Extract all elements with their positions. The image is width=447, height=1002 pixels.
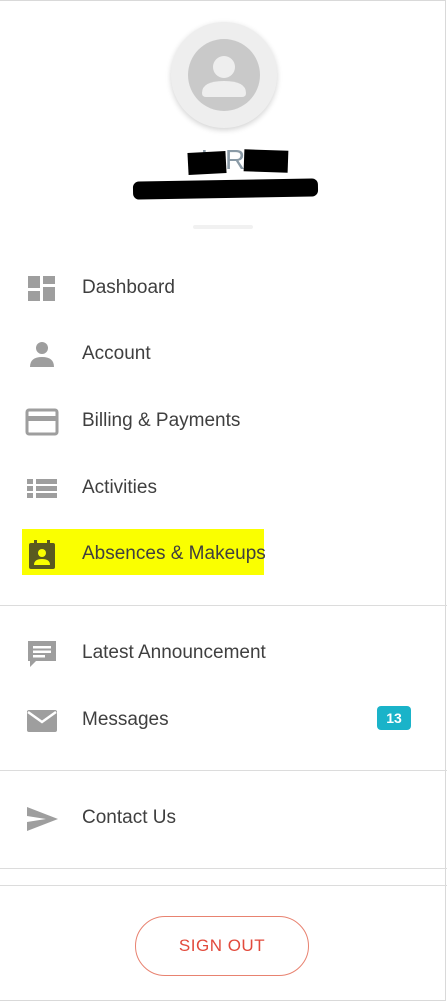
menu-item-label: Contact Us [82, 807, 176, 828]
menu-item-account[interactable]: Account [0, 328, 447, 380]
menu-item-label: Account [82, 343, 151, 364]
redaction-mark [132, 178, 319, 200]
user-avatar-icon [188, 39, 260, 111]
calendar-person-icon [29, 540, 55, 569]
menu-item-label: Dashboard [82, 277, 175, 298]
person-icon [30, 342, 54, 367]
sign-out-button[interactable]: SIGN OUT [135, 916, 309, 976]
menu-item-activities[interactable]: Activities [0, 462, 447, 514]
menu-item-label: Messages [82, 709, 169, 730]
list-icon [27, 479, 57, 498]
divider [0, 605, 447, 606]
menu-item-absences-makeups[interactable]: Absences & Makeups [0, 528, 447, 580]
send-icon [27, 807, 58, 831]
redaction-mark [187, 151, 227, 175]
mail-icon [27, 710, 57, 732]
drawer-handle [193, 225, 253, 229]
divider [0, 868, 447, 869]
menu-item-label: Absences & Makeups [82, 543, 266, 564]
divider [0, 885, 447, 886]
menu-item-billing-payments[interactable]: Billing & Payments [0, 395, 447, 447]
divider [0, 770, 447, 771]
dashboard-icon [28, 276, 55, 301]
announcement-icon [28, 641, 56, 667]
menu-item-label: Latest Announcement [82, 642, 266, 663]
avatar[interactable] [171, 22, 277, 128]
unread-count-badge: 13 [377, 706, 411, 730]
menu-item-label: Billing & Payments [82, 410, 241, 431]
credit-card-icon [25, 408, 59, 436]
menu-item-label: Activities [82, 477, 157, 498]
menu-item-latest-announcement[interactable]: Latest Announcement [0, 627, 447, 679]
menu-item-contact-us[interactable]: Contact Us [0, 792, 447, 844]
menu-item-dashboard[interactable]: Dashboard [0, 262, 447, 314]
redaction-mark [243, 149, 289, 173]
